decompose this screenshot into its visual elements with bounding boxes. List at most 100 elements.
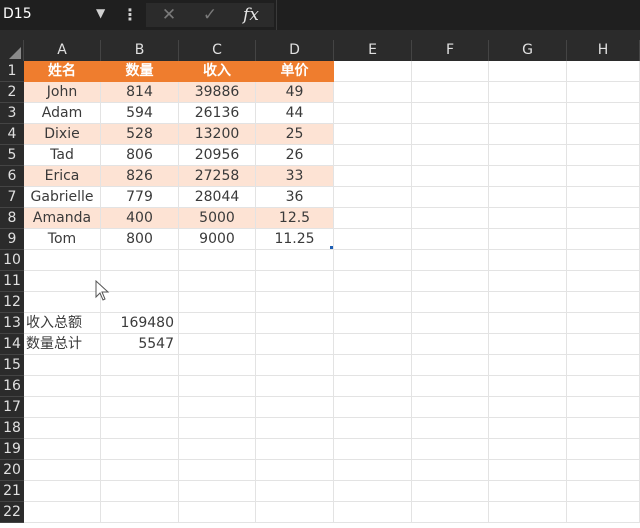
table-cell[interactable]: 806	[101, 145, 179, 166]
grid-cell[interactable]	[489, 61, 567, 82]
table-cell[interactable]: 39886	[179, 82, 256, 103]
grid-cell[interactable]	[101, 376, 179, 397]
table-cell[interactable]: 20956	[179, 145, 256, 166]
grid-cell[interactable]	[334, 61, 412, 82]
column-header-e[interactable]: E	[334, 40, 412, 61]
grid-cell[interactable]	[489, 250, 567, 271]
grid-cell[interactable]	[489, 292, 567, 313]
grid-cell[interactable]	[489, 460, 567, 481]
column-header-c[interactable]: C	[179, 40, 256, 61]
table-cell[interactable]: 11.25	[256, 229, 334, 250]
column-header-b[interactable]: B	[101, 40, 179, 61]
row-header-1[interactable]: 1	[0, 61, 24, 82]
row-header-7[interactable]: 7	[0, 187, 24, 208]
grid-cell[interactable]	[24, 439, 101, 460]
select-all-corner[interactable]	[0, 40, 24, 61]
table-cell[interactable]: 49	[256, 82, 334, 103]
grid-cell[interactable]	[334, 481, 412, 502]
row-header-10[interactable]: 10	[0, 250, 24, 271]
table-header-income[interactable]: 收入	[179, 61, 256, 82]
column-header-h[interactable]: H	[567, 40, 640, 61]
grid-cell[interactable]	[24, 376, 101, 397]
grid-cell[interactable]	[567, 187, 640, 208]
grid-cell[interactable]	[412, 124, 489, 145]
grid-cell[interactable]	[567, 460, 640, 481]
grid-cell[interactable]	[334, 334, 412, 355]
grid-cell[interactable]	[179, 502, 256, 523]
row-header-3[interactable]: 3	[0, 103, 24, 124]
grid-cell[interactable]	[24, 418, 101, 439]
grid-cell[interactable]	[24, 460, 101, 481]
row-header-22[interactable]: 22	[0, 502, 24, 523]
grid-cell[interactable]	[256, 376, 334, 397]
grid-cell[interactable]	[567, 376, 640, 397]
grid-cell[interactable]	[334, 439, 412, 460]
table-cell[interactable]: 779	[101, 187, 179, 208]
table-header-quantity[interactable]: 数量	[101, 61, 179, 82]
enter-icon[interactable]: ✓	[193, 3, 227, 27]
table-cell[interactable]: 26136	[179, 103, 256, 124]
row-header-2[interactable]: 2	[0, 82, 24, 103]
row-header-21[interactable]: 21	[0, 481, 24, 502]
grid-cell[interactable]	[256, 460, 334, 481]
grid-cell[interactable]	[489, 208, 567, 229]
grid-cell[interactable]	[567, 355, 640, 376]
grid-cell[interactable]	[412, 397, 489, 418]
grid-cell[interactable]	[334, 229, 412, 250]
grid-cell[interactable]	[334, 418, 412, 439]
grid-cell[interactable]	[412, 355, 489, 376]
table-cell[interactable]: Erica	[24, 166, 101, 187]
grid-cell[interactable]	[412, 481, 489, 502]
grid-cell[interactable]	[567, 229, 640, 250]
grid-cell[interactable]	[412, 250, 489, 271]
summary-value-income-total[interactable]: 169480	[101, 313, 179, 334]
grid-cell[interactable]	[101, 460, 179, 481]
formula-input[interactable]	[276, 0, 640, 30]
grid-cell[interactable]	[567, 271, 640, 292]
table-cell[interactable]: Amanda	[24, 208, 101, 229]
grid-cell[interactable]	[567, 82, 640, 103]
grid-cell[interactable]	[567, 103, 640, 124]
grid-cell[interactable]	[412, 376, 489, 397]
grid-cell[interactable]	[412, 208, 489, 229]
row-header-11[interactable]: 11	[0, 271, 24, 292]
table-cell[interactable]: 26	[256, 145, 334, 166]
table-cell[interactable]: Adam	[24, 103, 101, 124]
grid-cell[interactable]	[412, 166, 489, 187]
grid-cell[interactable]	[567, 250, 640, 271]
row-header-19[interactable]: 19	[0, 439, 24, 460]
grid-cell[interactable]	[334, 355, 412, 376]
grid-cell[interactable]	[179, 334, 256, 355]
grid-cell[interactable]	[412, 271, 489, 292]
grid-cell[interactable]	[334, 166, 412, 187]
table-header-unit-price[interactable]: 单价	[256, 61, 334, 82]
table-cell[interactable]: John	[24, 82, 101, 103]
grid-cell[interactable]	[334, 376, 412, 397]
grid-cell[interactable]	[334, 208, 412, 229]
table-cell[interactable]: 400	[101, 208, 179, 229]
grid-cell[interactable]	[412, 82, 489, 103]
grid-cell[interactable]	[412, 187, 489, 208]
grid-cell[interactable]	[334, 271, 412, 292]
table-cell[interactable]: 33	[256, 166, 334, 187]
grid-cell[interactable]	[412, 418, 489, 439]
grid-cell[interactable]	[412, 313, 489, 334]
table-cell[interactable]: 12.5	[256, 208, 334, 229]
table-cell[interactable]: 13200	[179, 124, 256, 145]
grid-cell[interactable]	[101, 355, 179, 376]
row-header-9[interactable]: 9	[0, 229, 24, 250]
summary-value-quantity-total[interactable]: 5547	[101, 334, 179, 355]
grid-cell[interactable]	[256, 250, 334, 271]
grid-cell[interactable]	[412, 292, 489, 313]
grid-cell[interactable]	[567, 418, 640, 439]
grid-cell[interactable]	[412, 439, 489, 460]
grid-cell[interactable]	[567, 313, 640, 334]
grid-cell[interactable]	[101, 502, 179, 523]
grid-cell[interactable]	[101, 271, 179, 292]
grid-cell[interactable]	[179, 418, 256, 439]
grid-cell[interactable]	[179, 439, 256, 460]
grid-cell[interactable]	[489, 166, 567, 187]
grid-cell[interactable]	[489, 229, 567, 250]
grid-cell[interactable]	[489, 376, 567, 397]
table-cell[interactable]: 814	[101, 82, 179, 103]
